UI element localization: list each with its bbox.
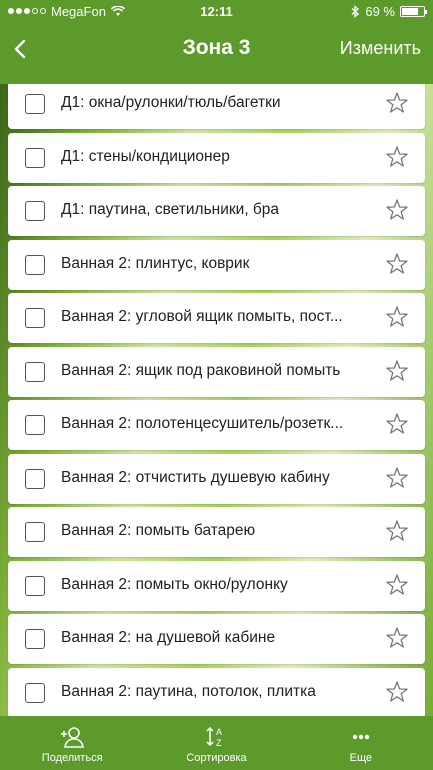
status-right: 69 % xyxy=(351,3,427,19)
status-left: MegaFon xyxy=(8,4,125,19)
star-icon[interactable] xyxy=(385,359,409,383)
task-row[interactable]: Д1: стены/кондиционер xyxy=(8,132,425,183)
task-label: Ванная 2: плинтус, коврик xyxy=(61,254,250,272)
task-label: Д1: окна/рулонки/тюль/багетки xyxy=(61,94,281,111)
more-tab-label: Еще xyxy=(349,752,373,764)
more-tab[interactable]: Еще xyxy=(289,716,433,770)
task-row[interactable]: Ванная 2: паутина, потолок, плитка xyxy=(8,667,425,716)
star-icon[interactable] xyxy=(385,412,409,436)
task-row[interactable]: Ванная 2: угловой ящик помыть, пост... xyxy=(8,293,425,343)
task-row[interactable]: Ванная 2: на душевой кабине xyxy=(8,614,425,664)
task-label: Д1: стены/кондиционер xyxy=(61,147,230,165)
carrier-name: MegaFon xyxy=(51,3,106,19)
task-checkbox[interactable] xyxy=(25,415,45,435)
star-icon[interactable] xyxy=(385,305,409,329)
task-checkbox[interactable] xyxy=(25,361,45,382)
task-label: Ванная 2: полотенцесушитель/розетк... xyxy=(61,415,344,432)
sort-tab-label: Сортировка xyxy=(186,752,247,764)
star-icon[interactable] xyxy=(385,198,409,222)
sort-az-icon: A Z xyxy=(206,726,223,748)
star-icon[interactable] xyxy=(385,519,409,543)
bluetooth-icon xyxy=(351,4,360,18)
battery-icon xyxy=(400,5,427,17)
task-list: Д1: окна/рулонки/тюль/багетки Д1: стены/к… xyxy=(0,84,433,716)
task-row[interactable]: Ванная 2: помыть окно/рулонку xyxy=(8,560,425,611)
task-row[interactable]: Д1: окна/рулонки/тюль/багетки xyxy=(8,84,425,129)
task-row[interactable]: Ванная 2: ящик под раковиной помыть xyxy=(8,346,425,397)
svg-text:A: A xyxy=(216,727,222,737)
task-label: Ванная 2: помыть окно/рулонку xyxy=(61,575,288,593)
tab-bar: Поделиться A Z Сортировка Еще xyxy=(0,716,433,770)
wifi-icon xyxy=(110,5,125,16)
add-person-icon xyxy=(61,727,85,748)
task-row[interactable]: Ванная 2: полотенцесушитель/розетк... xyxy=(8,400,425,450)
star-icon[interactable] xyxy=(385,626,409,650)
star-icon[interactable] xyxy=(385,145,409,169)
task-label: Ванная 2: паутина, потолок, плитка xyxy=(61,682,316,700)
task-label: Д1: паутина, светильники, бра xyxy=(61,201,280,218)
star-icon[interactable] xyxy=(385,466,409,490)
task-checkbox[interactable] xyxy=(25,629,45,649)
task-row[interactable]: Ванная 2: помыть батарею xyxy=(8,507,425,557)
svg-text:Z: Z xyxy=(216,738,222,748)
edit-button[interactable]: Изменить xyxy=(340,38,421,59)
task-checkbox[interactable] xyxy=(25,147,45,168)
star-icon[interactable] xyxy=(385,573,409,597)
signal-icon xyxy=(8,8,46,14)
nav-bar: Зона 3 Изменить xyxy=(0,22,433,84)
task-row[interactable]: Ванная 2: плинтус, коврик xyxy=(8,239,425,290)
status-bar: MegaFon 12:11 69 % xyxy=(0,0,433,22)
task-checkbox[interactable] xyxy=(25,468,45,489)
task-checkbox[interactable] xyxy=(25,308,45,328)
star-icon[interactable] xyxy=(385,91,409,115)
task-row[interactable]: Д1: паутина, светильники, бра xyxy=(8,186,425,236)
status-time: 12:11 xyxy=(200,3,233,19)
task-checkbox[interactable] xyxy=(25,254,45,275)
battery-percent: 69 % xyxy=(365,3,395,19)
task-row[interactable]: Ванная 2: отчистить душевую кабину xyxy=(8,453,425,504)
task-label: Ванная 2: помыть батарею xyxy=(61,522,256,539)
star-icon[interactable] xyxy=(385,252,409,276)
star-icon[interactable] xyxy=(385,680,409,704)
task-label: Ванная 2: угловой ящик помыть, пост... xyxy=(61,308,343,325)
task-checkbox[interactable] xyxy=(25,575,45,596)
task-label: Ванная 2: отчистить душевую кабину xyxy=(61,468,330,486)
task-checkbox[interactable] xyxy=(25,201,45,221)
share-tab-label: Поделиться xyxy=(41,752,103,764)
more-dots-icon xyxy=(352,734,370,740)
task-checkbox[interactable] xyxy=(25,522,45,542)
task-checkbox[interactable] xyxy=(25,682,45,703)
task-label: Ванная 2: ящик под раковиной помыть xyxy=(61,361,341,379)
task-checkbox[interactable] xyxy=(25,94,45,114)
share-tab[interactable]: Поделиться xyxy=(0,716,144,770)
sort-tab[interactable]: A Z Сортировка xyxy=(144,716,288,770)
task-label: Ванная 2: на душевой кабине xyxy=(61,629,276,646)
